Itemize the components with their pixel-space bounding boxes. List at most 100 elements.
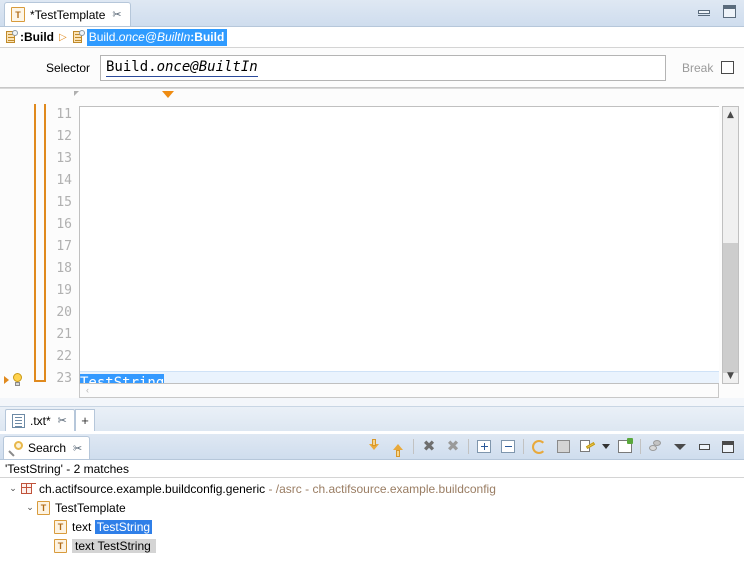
editor-part: T *TestTemplate ✂ :Build ▷ Build. once@Bu… [0,0,744,431]
expand-all-button[interactable] [472,436,496,458]
build-node-icon-2 [72,30,85,44]
show-previous-searches-dropdown[interactable] [599,436,613,458]
tree-row[interactable]: ⌄ T TestTemplate [0,498,744,517]
expand-arrow-icon[interactable] [4,375,9,384]
editor-sub-tabbar: .txt* ✂ + [0,406,744,431]
template-t-icon: T [54,538,67,553]
selected-text[interactable]: TestString [80,374,165,383]
expand-all-icon [477,440,491,453]
sub-tab-label: .txt* [30,413,51,428]
tab-search[interactable]: Search ✂ [3,436,91,459]
eclipse-window: T *TestTemplate ✂ :Build ▷ Build. once@Bu… [0,0,744,573]
editor-window-buttons [698,5,736,18]
maximize-icon[interactable] [723,5,736,18]
breadcrumb-item-selected[interactable]: Build. once@BuiltIn:Build [86,28,228,46]
scroll-left-icon[interactable]: ‹ [81,384,94,396]
search-magnifier-icon [9,441,23,455]
search-layout-button[interactable] [644,436,668,458]
maximize-icon [722,440,734,453]
view-menu-button[interactable] [668,436,692,458]
search-tab-label: Search [28,441,67,455]
add-tab-button[interactable]: + [75,409,95,431]
editor-tab-testtemplate[interactable]: T *TestTemplate ✂ [4,2,131,26]
line-number: 20 [56,305,72,320]
selector-input[interactable]: Build.once@BuiltIn [100,54,666,81]
template-t-icon: T [54,519,67,534]
breadcrumb-suffix: :Build [190,29,225,44]
tree-row-name: text [72,519,95,534]
pin-search-view-button[interactable] [613,436,637,458]
text-document-icon [12,413,25,428]
refresh-icon [532,439,546,454]
collapse-all-icon [501,440,515,453]
show-previous-match-button[interactable] [386,436,410,458]
tree-row-label: TestTemplate [55,501,126,515]
breadcrumb-italic: once@BuiltIn [118,29,191,44]
show-next-match-button[interactable] [362,436,386,458]
minimize-icon [698,443,710,450]
cancel-current-search-button[interactable] [551,436,575,458]
editor-vertical-scrollbar[interactable]: ▲ ▼ [722,106,739,384]
remove-selected-matches-button[interactable]: ✖ [417,436,441,458]
toolbar-separator-3 [523,439,524,454]
template-range-line-outer [34,104,36,382]
remove-all-matches-button[interactable]: ✖ [441,436,465,458]
arrow-up-icon [393,443,403,457]
selector-label: Selector [45,60,90,75]
editor-horizontal-scrollbar[interactable]: ‹ [79,384,719,398]
tree-row-label: ch.actifsource.example.buildconfig.gener… [39,482,496,496]
template-marker-icon[interactable] [162,91,174,98]
maximize-view-button[interactable] [716,436,740,458]
line-number: 15 [56,195,72,210]
chevron-down-icon [602,444,610,449]
tree-row-detail: - /asrc - ch.actifsource.example.buildco… [265,481,496,496]
line-number: 17 [56,239,72,254]
chevron-down-icon[interactable]: ⌄ [23,503,37,513]
code-line-23[interactable]: TestString [80,371,719,383]
close-icon[interactable]: ✂ [58,415,67,426]
scroll-down-icon[interactable]: ▼ [723,368,738,383]
layers-icon [648,440,664,453]
line-number-ruler: 11 12 13 14 15 16 17 18 19 20 21 22 23 [46,104,78,384]
close-icon[interactable]: ✂ [112,9,121,20]
breadcrumb-prefix: Build. [88,29,119,44]
scrollbar-thumb[interactable] [723,243,738,373]
search-results-tree[interactable]: ⌄ ch.actifsource.example.buildconfig.gene… [0,479,744,573]
line-number: 13 [56,151,72,166]
editor-annotation-ruler[interactable] [0,106,34,386]
lightbulb-icon[interactable] [12,373,23,386]
stop-icon [556,440,570,453]
line-number: 16 [56,217,72,232]
line-number: 22 [56,349,72,364]
selector-value-italic: once@BuiltIn [156,58,258,75]
view-menu-icon [674,443,686,450]
tree-row-match: TestString [94,519,153,534]
run-current-search-again-button[interactable] [527,436,551,458]
line-number: 12 [56,129,72,144]
collapse-all-button[interactable] [496,436,520,458]
minimize-icon[interactable] [698,8,710,16]
scroll-up-icon[interactable]: ▲ [723,107,738,122]
template-range-line-cap [36,380,46,382]
toolbar-separator [413,439,414,454]
show-previous-searches-button[interactable] [575,436,599,458]
editor-text-area[interactable]: TestString [79,106,719,384]
tree-row[interactable]: ⌄ ch.actifsource.example.buildconfig.gene… [0,479,744,498]
breadcrumb-item-build[interactable]: :Build [20,30,54,44]
tree-row[interactable]: Ttext TestString [0,536,744,555]
editor-overview-ruler [0,88,744,107]
tree-row-name: text TestString [73,538,153,553]
close-icon[interactable]: ✂ [73,443,82,454]
break-checkbox[interactable] [721,61,735,74]
selector-row: Selector Build.once@BuiltIn Break [0,48,744,88]
sub-tab-txt[interactable]: .txt* ✂ [5,409,75,431]
line-number: 19 [56,283,72,298]
remove-all-x-icon: ✖ [446,437,460,455]
tree-row[interactable]: Ttext TestString [0,517,744,536]
chevron-down-icon[interactable]: ⌄ [6,484,20,494]
pin-icon [618,438,633,453]
breadcrumb: :Build ▷ Build. once@BuiltIn:Build [0,27,744,48]
quickfix-row[interactable] [4,373,23,386]
remove-x-icon: ✖ [422,437,436,455]
minimize-view-button[interactable] [692,436,716,458]
